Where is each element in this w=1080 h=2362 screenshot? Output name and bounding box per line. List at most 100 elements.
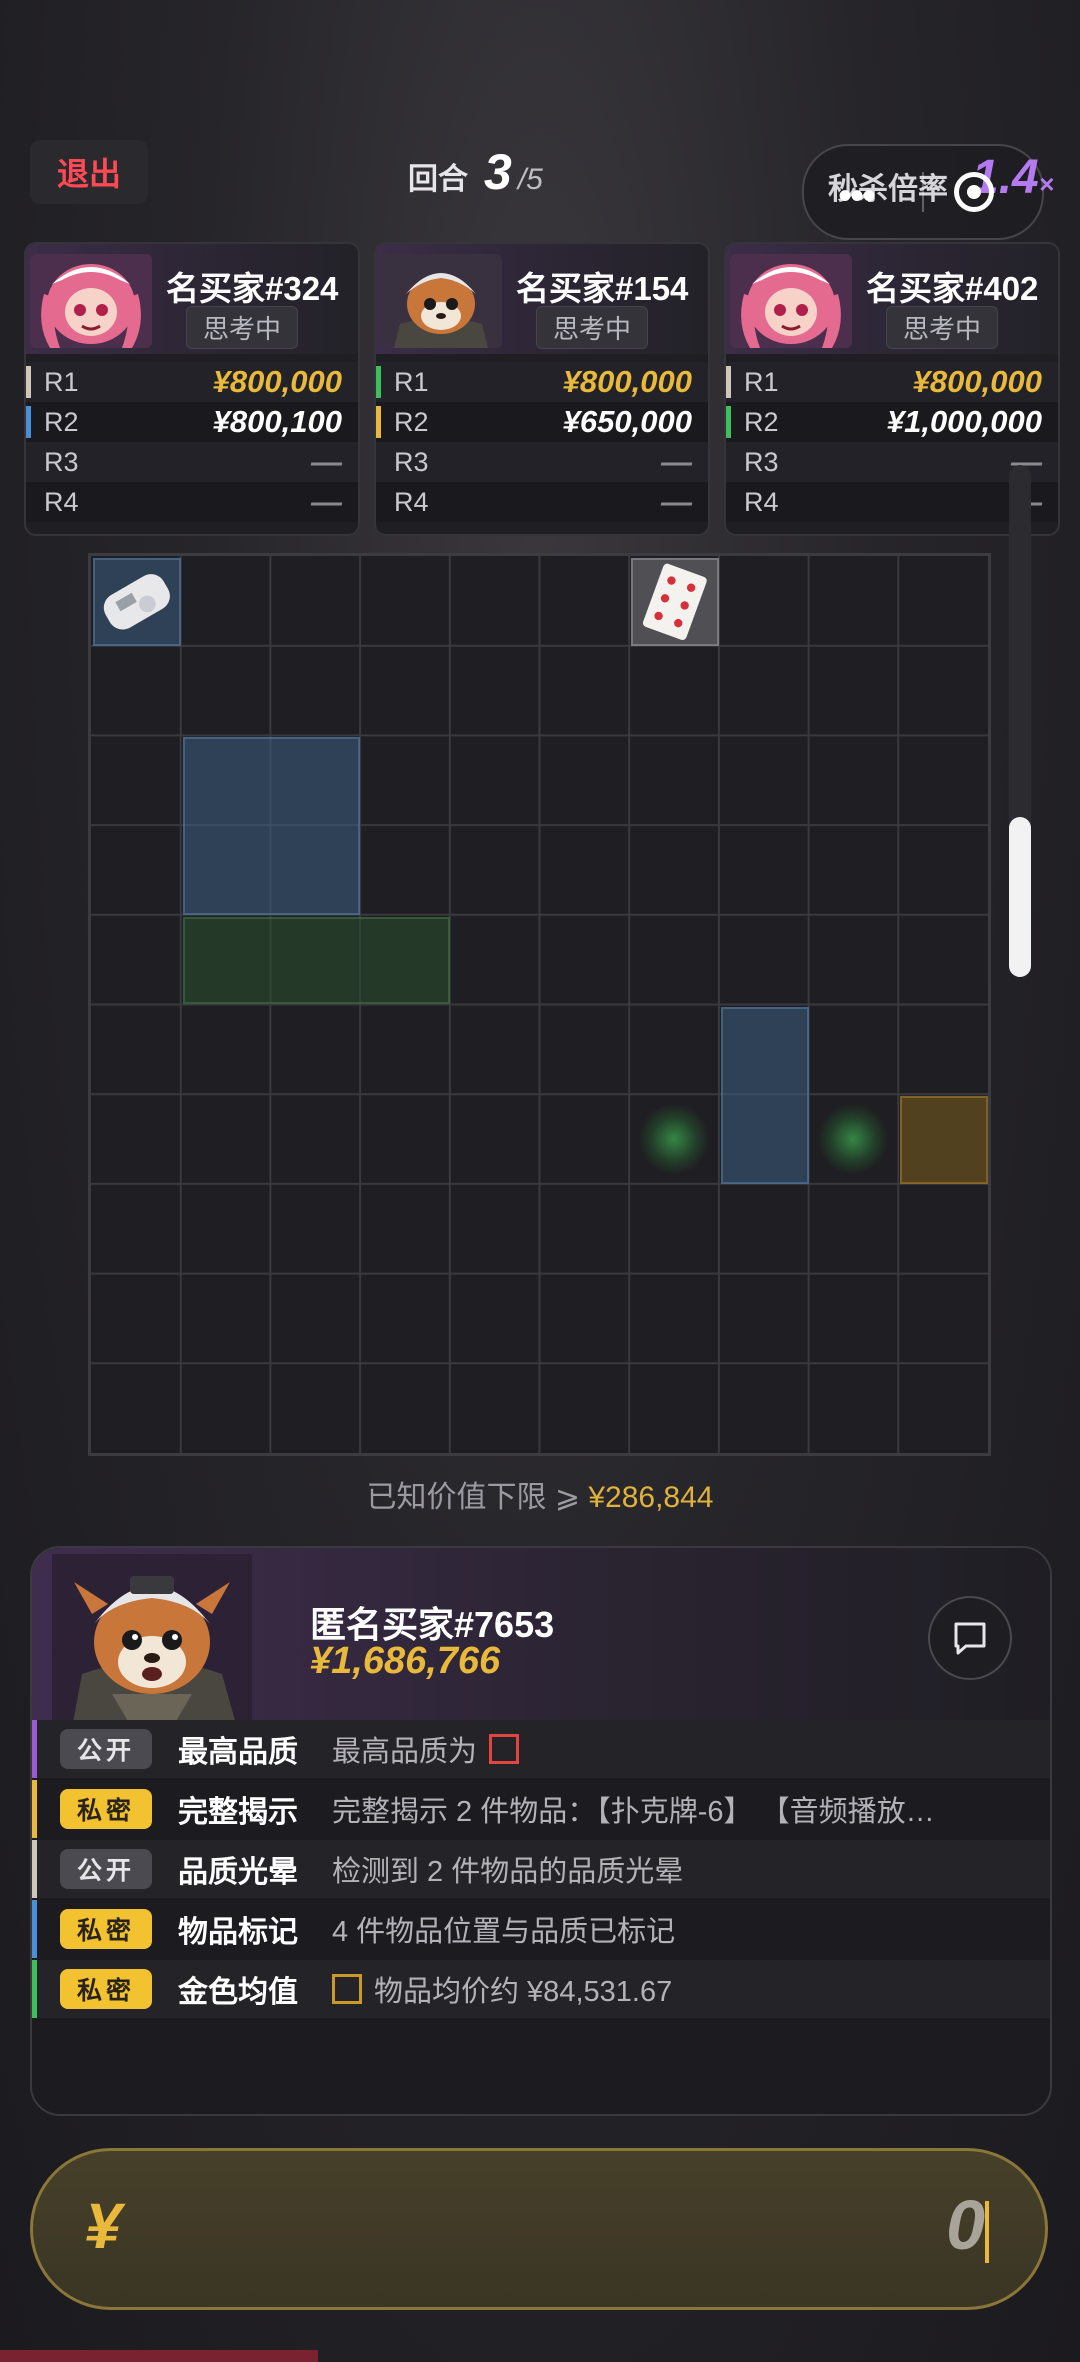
clue-color-bar — [32, 1720, 37, 1778]
clue-description: 检测到 2 件物品的品质光晕 — [332, 1856, 684, 1888]
clue-name: 最高品质 — [178, 1736, 298, 1769]
capsule-divider — [922, 172, 924, 212]
round-color-bar — [26, 406, 31, 438]
kill-rate-capsule: 秒杀倍率 1.4× ••• — [802, 144, 1054, 240]
round-total: /5 — [517, 163, 543, 196]
bid-value: — — [311, 444, 342, 479]
exit-button[interactable]: 退出 — [30, 140, 148, 204]
bid-row: R3 — — [26, 442, 358, 482]
round-label: R2 — [744, 406, 779, 437]
buyer-value: ¥1,686,766 — [310, 1640, 501, 1682]
scrollbar[interactable] — [1009, 465, 1031, 977]
clue-color-bar — [32, 1900, 37, 1958]
grid-item[interactable] — [720, 1006, 809, 1184]
item-grid[interactable] — [88, 553, 991, 1456]
round-label: R3 — [744, 446, 779, 477]
audio-player-item[interactable] — [93, 558, 181, 646]
round-label: R4 — [394, 486, 429, 517]
clue-tag: 公开 — [60, 1729, 152, 1769]
chat-button[interactable] — [928, 1596, 1012, 1680]
round-label: 回合 — [408, 163, 468, 196]
grid-item[interactable] — [900, 1096, 988, 1184]
round-label: R1 — [44, 366, 79, 397]
bidder-avatar — [30, 254, 152, 348]
round-color-bar — [376, 366, 381, 398]
bid-amount[interactable]: 0 — [946, 2185, 985, 2265]
clue-name: 物品标记 — [178, 1916, 298, 1949]
bid-value: ¥1,000,000 — [886, 404, 1042, 439]
round-color-bar — [26, 366, 31, 398]
bid-row: R4 — — [26, 482, 358, 522]
bid-row: R4 — — [376, 482, 708, 522]
close-target-icon[interactable] — [954, 172, 994, 212]
round-color-bar — [726, 366, 731, 398]
gold-quality-square-icon — [332, 1974, 362, 2004]
bid-row: R1 ¥800,000 — [726, 362, 1058, 402]
bidder-avatar — [730, 254, 852, 348]
clue-description: 最高品质为 — [332, 1736, 478, 1768]
clue-color-bar — [32, 1780, 37, 1838]
clue-tag: 私密 — [60, 1909, 152, 1949]
top-bar: 退出 回合 3 /5 秒杀倍率 1.4× ••• — [0, 140, 1080, 240]
bid-value: — — [661, 444, 692, 479]
clue-desc-wrap: 4 件物品位置与品质已标记 — [332, 1908, 675, 1950]
bidder-status: 思考中 — [536, 306, 649, 349]
grid-lines — [91, 556, 988, 1453]
clue-color-bar — [32, 1840, 37, 1898]
clue-name: 金色均值 — [178, 1976, 298, 2009]
playing-card-item[interactable] — [631, 558, 719, 646]
clue-tag: 私密 — [60, 1969, 152, 2009]
currency-symbol: ¥ — [85, 2190, 121, 2262]
clue-desc-wrap: 检测到 2 件物品的品质光晕 — [332, 1848, 683, 1890]
round-label: R1 — [394, 366, 429, 397]
round-label: R1 — [744, 366, 779, 397]
bid-value: — — [661, 484, 692, 519]
clue-row: 私密 完整揭示 完整揭示 2 件物品：【扑克牌-6】 【音频播放… — [32, 1780, 1050, 1838]
clue-desc-wrap: 完整揭示 2 件物品：【扑克牌-6】 【音频播放… — [332, 1788, 935, 1830]
bidder-header: 名买家#402 思考中 — [726, 244, 1058, 354]
known-value-amount: ¥286,844 — [588, 1481, 714, 1514]
known-value-label: 已知价值下限 ⩾ — [366, 1481, 580, 1514]
bidder-name: 名买家#402 — [866, 270, 1039, 307]
clue-name: 完整揭示 — [178, 1796, 298, 1829]
clue-description: 4 件物品位置与品质已标记 — [332, 1916, 676, 1948]
bidder-card: 名买家#324 思考中 R1 ¥800,000 R2 ¥800,100 R3 —… — [24, 242, 360, 536]
clue-row: 私密 物品标记 4 件物品位置与品质已标记 — [32, 1900, 1050, 1958]
quality-glow-icon — [639, 1104, 710, 1175]
round-indicator: 回合 3 /5 — [408, 140, 543, 204]
grid-item[interactable] — [182, 916, 450, 1005]
clue-name: 品质光晕 — [178, 1856, 298, 1889]
bidder-status: 思考中 — [186, 306, 299, 349]
known-value-floor: 已知价值下限 ⩾ ¥286,844 — [0, 1472, 1080, 1516]
clue-tag: 公开 — [60, 1849, 152, 1889]
more-icon[interactable]: ••• — [838, 176, 876, 216]
round-label: R4 — [744, 486, 779, 517]
bidder-header: 名买家#324 思考中 — [26, 244, 358, 354]
bid-row: R1 ¥800,000 — [376, 362, 708, 402]
clue-description: 完整揭示 2 件物品：【扑克牌-6】 【音频播放… — [332, 1796, 935, 1828]
bid-value: ¥800,000 — [912, 364, 1042, 399]
bid-value: — — [311, 484, 342, 519]
bid-value: ¥800,000 — [562, 364, 692, 399]
bidder-name: 名买家#324 — [166, 270, 339, 307]
round-label: R4 — [44, 486, 79, 517]
buyer-avatar — [52, 1554, 252, 1728]
round-label: R3 — [44, 446, 79, 477]
quality-glow-icon — [818, 1104, 889, 1175]
bid-input[interactable]: ¥ 0 — [30, 2148, 1048, 2310]
bid-value: ¥800,000 — [212, 364, 342, 399]
round-label: R2 — [44, 406, 79, 437]
clue-row: 私密 金色均值 物品均价约 ¥84,531.67 — [32, 1960, 1050, 2018]
bidder-status: 思考中 — [886, 306, 999, 349]
bid-row: R2 ¥800,100 — [26, 402, 358, 442]
round-color-bar — [726, 406, 731, 438]
bid-value: ¥800,100 — [212, 404, 342, 439]
bid-row: R2 ¥1,000,000 — [726, 402, 1058, 442]
bidder-header: 名买家#154 思考中 — [376, 244, 708, 354]
clue-description: 物品均价约 ¥84,531.67 — [374, 1976, 673, 2008]
clue-row: 公开 最高品质 最高品质为 — [32, 1720, 1050, 1778]
scroll-thumb[interactable] — [1009, 817, 1031, 977]
chat-icon — [954, 1622, 986, 1655]
round-label: R3 — [394, 446, 429, 477]
grid-item[interactable] — [182, 737, 361, 915]
